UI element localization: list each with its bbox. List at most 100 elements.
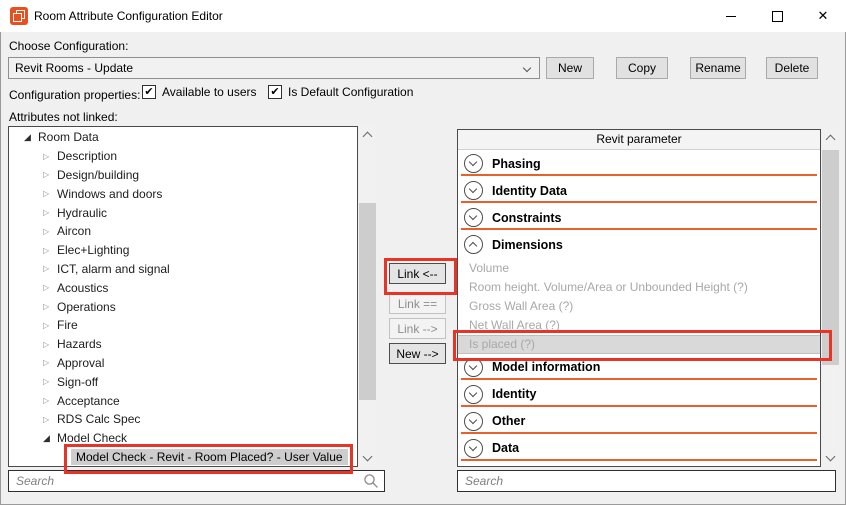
tree-item-label: Fire — [57, 318, 78, 332]
parameter-scrollbar-thumb[interactable] — [822, 150, 839, 365]
tree-item-model-check[interactable]: ◢Model Check — [9, 429, 357, 448]
available-to-users-checkbox[interactable]: ✔ — [142, 85, 156, 99]
revit-parameter-column-header[interactable]: Revit parameter — [458, 130, 820, 150]
tree-collapsed-icon[interactable]: ▷ — [43, 170, 57, 179]
tree-collapsed-icon[interactable]: ▷ — [43, 358, 57, 367]
section-label: Data — [492, 441, 519, 455]
close-button[interactable]: ✕ — [800, 0, 846, 32]
tree-item-aircon[interactable]: ▷Aircon — [9, 222, 357, 241]
tree-collapsed-icon[interactable]: ▷ — [43, 321, 57, 330]
tree-expanded-icon[interactable]: ◢ — [43, 433, 57, 444]
chevron-up-circle-icon[interactable] — [464, 235, 483, 254]
is-default-configuration-checkbox[interactable]: ✔ — [268, 85, 282, 99]
checkmark-icon: ✔ — [144, 87, 153, 98]
link-left-button[interactable]: Link <-- — [389, 263, 446, 284]
section-constraints[interactable]: Constraints — [458, 204, 820, 231]
tree-item-label: Acoustics — [57, 281, 108, 295]
section-identity-data[interactable]: Identity Data — [458, 177, 820, 204]
param-item-room-height[interactable]: Room height. Volume/Area or Unbounded He… — [458, 277, 820, 296]
tree-item-elec-lighting[interactable]: ▷Elec+Lighting — [9, 241, 357, 260]
parameter-search-input[interactable] — [458, 474, 835, 488]
chevron-down-circle-icon[interactable] — [464, 385, 483, 404]
tree-item-design-building[interactable]: ▷Design/building — [9, 166, 357, 185]
chevron-down-circle-icon[interactable] — [464, 439, 483, 458]
chevron-down-circle-icon[interactable] — [464, 358, 483, 377]
tree-item-sign-off[interactable]: ▷Sign-off — [9, 372, 357, 391]
selected-tree-item-label: Model Check - Revit - Room Placed? - Use… — [71, 449, 348, 465]
section-identity[interactable]: Identity — [458, 381, 820, 408]
parameter-scrollbar[interactable] — [822, 129, 839, 467]
tree-collapsed-icon[interactable]: ▷ — [43, 396, 57, 405]
rename-button[interactable]: Rename — [690, 57, 746, 79]
copy-button[interactable]: Copy — [616, 57, 668, 79]
tree-collapsed-icon[interactable]: ▷ — [43, 152, 57, 161]
tree-item-label: Acceptance — [57, 394, 120, 408]
maximize-button[interactable] — [754, 0, 800, 32]
tree-collapsed-icon[interactable]: ▷ — [43, 377, 57, 386]
tree-item-ict-alarm-signal[interactable]: ▷ICT, alarm and signal — [9, 260, 357, 279]
new-right-button[interactable]: New --> — [389, 343, 446, 364]
tree-collapsed-icon[interactable]: ▷ — [43, 415, 57, 424]
section-partial-clipped[interactable] — [458, 462, 820, 467]
tree-item-label: Aircon — [57, 224, 91, 238]
param-item-gross-wall-area[interactable]: Gross Wall Area (?) — [458, 296, 820, 315]
scroll-up-icon[interactable] — [363, 132, 373, 142]
tree-item-approval[interactable]: ▷Approval — [9, 354, 357, 373]
tree-item-fire[interactable]: ▷Fire — [9, 316, 357, 335]
section-phasing[interactable]: Phasing — [458, 150, 820, 177]
tree-collapsed-icon[interactable]: ▷ — [43, 189, 57, 198]
tree-item-hydraulic[interactable]: ▷Hydraulic — [9, 203, 357, 222]
tree-collapsed-icon[interactable]: ▷ — [43, 208, 57, 217]
minimize-icon — [726, 16, 736, 17]
param-item-net-wall-area[interactable]: Net Wall Area (?) — [458, 316, 820, 335]
tree-collapsed-icon[interactable]: ▷ — [43, 283, 57, 292]
tree-item-room-data[interactable]: ◢Room Data — [9, 128, 357, 147]
tree-collapsed-icon[interactable]: ▷ — [43, 227, 57, 236]
scroll-down-icon[interactable] — [363, 452, 373, 462]
minimize-button[interactable] — [708, 0, 754, 32]
scroll-up-icon[interactable] — [826, 135, 836, 145]
param-item-is-placed[interactable]: Is placed (?) — [458, 335, 820, 354]
tree-item-operations[interactable]: ▷Operations — [9, 297, 357, 316]
section-model-information[interactable]: Model information — [458, 354, 820, 381]
revit-parameter-list: Revit parameter Phasing Identity Data Co… — [457, 129, 821, 467]
chevron-down-circle-icon[interactable] — [464, 412, 483, 431]
section-dimensions[interactable]: Dimensions — [458, 231, 820, 258]
delete-button[interactable]: Delete — [766, 57, 818, 79]
tree-scrollbar[interactable] — [359, 126, 376, 467]
attribute-search-input[interactable] — [9, 474, 363, 488]
tree-expanded-icon[interactable]: ◢ — [24, 132, 38, 143]
close-icon: ✕ — [818, 8, 829, 24]
tree-item-rds-calc-spec[interactable]: ▷RDS Calc Spec — [9, 410, 357, 429]
configuration-dropdown[interactable]: Revit Rooms - Update — [8, 57, 540, 79]
checkmark-icon: ✔ — [270, 87, 279, 98]
tree-item-hazards[interactable]: ▷Hazards — [9, 335, 357, 354]
section-data[interactable]: Data — [458, 435, 820, 462]
attribute-tree: ◢Room Data ▷Description ▷Design/building… — [8, 126, 358, 467]
tree-collapsed-icon[interactable]: ▷ — [43, 264, 57, 273]
maximize-icon — [772, 11, 783, 22]
new-button[interactable]: New — [546, 57, 594, 79]
tree-scrollbar-thumb[interactable] — [359, 203, 376, 400]
choose-configuration-label: Choose Configuration: — [9, 39, 128, 53]
chevron-down-circle-icon — [464, 466, 483, 467]
tree-item-acceptance[interactable]: ▷Acceptance — [9, 391, 357, 410]
tree-collapsed-icon[interactable]: ▷ — [43, 246, 57, 255]
chevron-down-circle-icon[interactable] — [464, 154, 483, 173]
tree-collapsed-icon[interactable]: ▷ — [43, 302, 57, 311]
tree-item-windows-and-doors[interactable]: ▷Windows and doors — [9, 184, 357, 203]
section-label: Constraints — [492, 211, 561, 225]
tree-collapsed-icon[interactable]: ▷ — [43, 340, 57, 349]
section-other[interactable]: Other — [458, 408, 820, 435]
attribute-search-box — [8, 470, 385, 492]
tree-item-description[interactable]: ▷Description — [9, 147, 357, 166]
chevron-down-circle-icon[interactable] — [464, 208, 483, 227]
chevron-down-circle-icon[interactable] — [464, 181, 483, 200]
tree-item-model-check-revit-room-placed[interactable]: Model Check - Revit - Room Placed? - Use… — [9, 448, 357, 467]
dialog-window: Room Attribute Configuration Editor ✕ Ch… — [0, 0, 846, 505]
param-item-volume[interactable]: Volume — [458, 258, 820, 277]
tree-item-label: Windows and doors — [57, 187, 162, 201]
tree-item-acoustics[interactable]: ▷Acoustics — [9, 278, 357, 297]
section-label: Model information — [492, 360, 600, 374]
scroll-down-icon[interactable] — [826, 452, 836, 462]
